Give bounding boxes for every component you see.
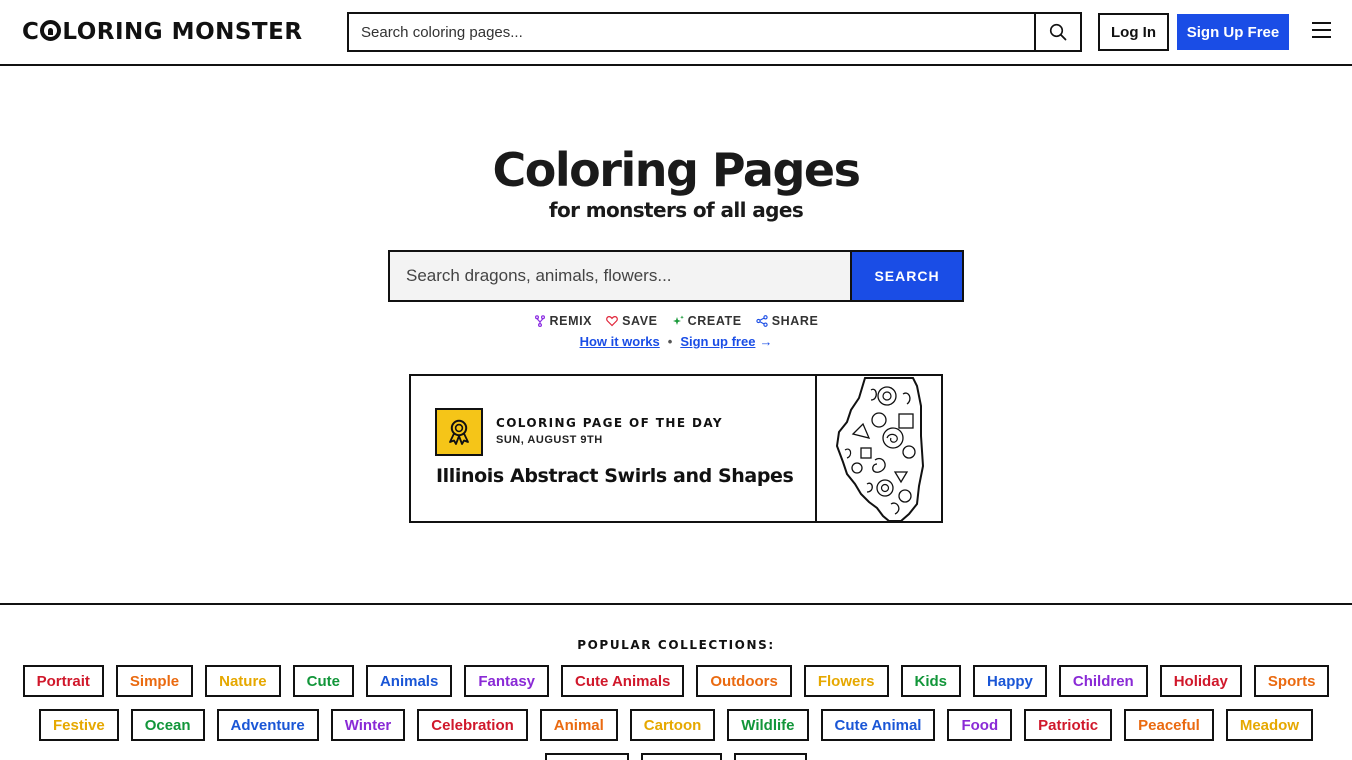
collection-chip-meadow[interactable]: Meadow [1225,709,1314,741]
collection-chip-animal[interactable]: Animal [539,709,618,741]
collection-chip-kids[interactable]: Kids [900,665,962,697]
heart-icon [606,315,618,327]
signup-free-link[interactable]: Sign up free [680,334,755,349]
collection-chip-food[interactable]: Food [947,709,1013,741]
collection-chip-cute[interactable]: Cute [292,665,354,697]
collection-chip-winter[interactable]: Winter [330,709,406,741]
collection-chip-cartoon[interactable]: Cartoon [629,709,716,741]
feature-remix: REMIX [534,314,593,328]
link-separator: • [667,334,673,349]
how-it-works-link[interactable]: How it works [580,334,660,349]
feature-create-label: CREATE [687,314,742,328]
collection-chip-happy[interactable]: Happy [973,665,1047,697]
signup-button[interactable]: Sign Up Free [1177,14,1289,50]
collection-chip-holiday[interactable]: Holiday [1159,665,1242,697]
arrow-right-icon: → [759,334,773,349]
sparkle-icon [672,315,684,325]
collection-chip[interactable] [734,753,807,760]
search-icon [1049,23,1067,41]
hero-search-input[interactable] [390,252,850,300]
collections-row-2: Festive Ocean Adventure Winter Celebration An… [0,709,1352,741]
header-search-button[interactable] [1034,14,1080,50]
collection-chip-patriotic[interactable]: Patriotic [1024,709,1113,741]
illinois-coloring-thumbnail[interactable] [815,376,941,521]
logo-text-start: C [22,19,40,45]
hero-links: How it works • Sign up free → [0,334,1352,349]
collection-chip-children[interactable]: Children [1058,665,1148,697]
popular-collections-heading: POPULAR COLLECTIONS: [577,638,775,652]
collection-chip-cute-animals[interactable]: Cute Animals [561,665,685,697]
section-divider [0,603,1352,605]
hero-search-bar: SEARCH [388,250,964,302]
collection-chip-adventure[interactable]: Adventure [216,709,319,741]
collection-chip[interactable] [545,753,629,760]
feature-share-label: SHARE [771,314,819,328]
page-of-the-day-kicker: COLORING PAGE OF THE DAY [496,416,723,430]
collections-row-3 [0,753,1352,760]
monster-o-icon [40,20,62,41]
feature-list: REMIX SAVE CREATE SHARE [0,314,1352,328]
collection-chip[interactable] [641,753,722,760]
feature-create: CREATE [672,314,742,328]
header-search-bar [347,12,1082,52]
site-header: C LORING MONSTER Log In Sign Up Free [0,0,1352,66]
hamburger-menu-icon[interactable] [1312,22,1336,42]
collection-chip-peaceful[interactable]: Peaceful [1124,709,1214,741]
page-title: Coloring Pages [492,143,861,197]
page-subtitle: for monsters of all ages [548,198,804,222]
share-icon [756,315,768,327]
collection-chip-flowers[interactable]: Flowers [803,665,889,697]
collections-row-1: Portrait Simple Nature Cute Animals Fantasy Cu… [0,665,1352,697]
collection-chip-celebration[interactable]: Celebration [417,709,528,741]
page-of-the-day-title: Illinois Abstract Swirls and Shapes [436,465,794,487]
fork-icon [534,315,545,327]
collection-chip-animals[interactable]: Animals [365,665,453,697]
feature-save: SAVE [606,314,658,328]
collection-chip-simple[interactable]: Simple [115,665,194,697]
collection-chip-festive[interactable]: Festive [38,709,119,741]
login-button[interactable]: Log In [1098,13,1169,51]
page-of-the-day-card[interactable]: COLORING PAGE OF THE DAY SUN, AUGUST 9TH… [409,374,943,523]
collection-chip-cute-animal[interactable]: Cute Animal [820,709,936,741]
collection-chip-nature[interactable]: Nature [205,665,281,697]
collection-chip-wildlife[interactable]: Wildlife [727,709,809,741]
feature-share: SHARE [756,314,819,328]
header-search-input[interactable] [349,14,1034,50]
collection-chip-portrait[interactable]: Portrait [22,665,104,697]
feature-save-label: SAVE [622,314,658,328]
page-of-the-day-date: SUN, AUGUST 9TH [496,434,603,446]
logo-text-end: LORING MONSTER [62,19,303,45]
feature-remix-label: REMIX [549,314,593,328]
collection-chip-outdoors[interactable]: Outdoors [696,665,792,697]
collection-chip-sports[interactable]: Sports [1253,665,1330,697]
site-logo[interactable]: C LORING MONSTER [22,18,303,46]
award-ribbon-icon [435,408,483,456]
collection-chip-ocean[interactable]: Ocean [130,709,205,741]
collection-chip-fantasy[interactable]: Fantasy [464,665,550,697]
hero-search-button[interactable]: SEARCH [850,252,962,300]
